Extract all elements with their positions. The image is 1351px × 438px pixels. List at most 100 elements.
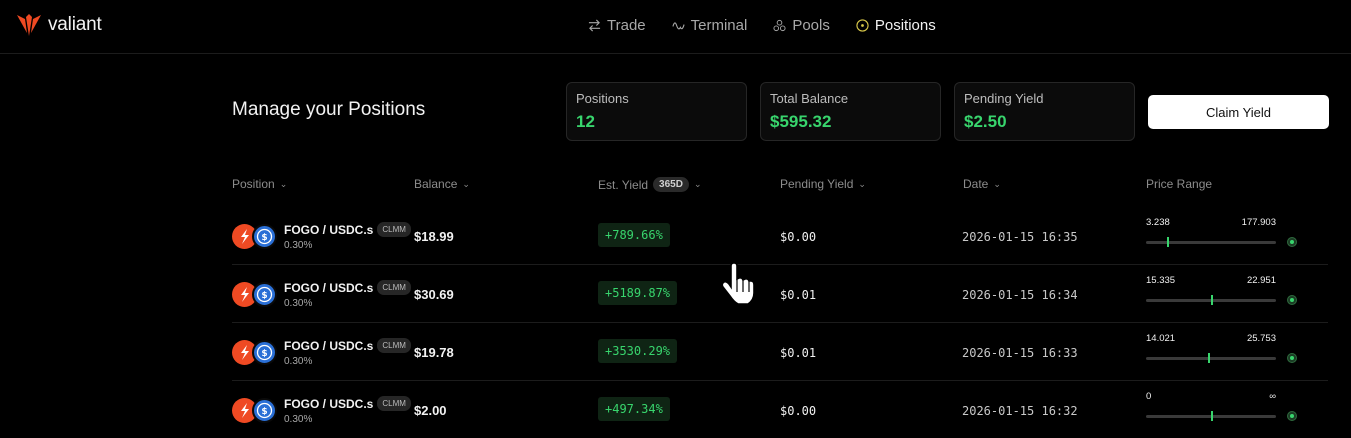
nav-item-trade[interactable]: Trade (588, 17, 646, 34)
brand-name: valiant (48, 14, 102, 35)
fee-tier: 0.30% (284, 298, 313, 309)
yield-period-badge[interactable]: 365D (653, 177, 689, 192)
current-price-marker (1211, 295, 1213, 305)
usdc-token-icon: $ (252, 398, 277, 423)
est-yield-value: +789.66% (598, 223, 670, 247)
header-label: Position (232, 177, 275, 191)
table-row[interactable]: $ FOGO / USDC.s CLMM 0.30% $30.69 +5189.… (232, 265, 1328, 323)
nav-item-pools[interactable]: Pools (773, 17, 830, 34)
stat-card-positions: Positions 12 (566, 82, 747, 141)
top-navigation-bar: valiant Trade Terminal Pools Positions (0, 0, 1351, 54)
fee-tier: 0.30% (284, 414, 313, 425)
pool-type-badge: CLMM (377, 338, 411, 353)
nav-label: Pools (792, 17, 830, 34)
position-pair: FOGO / USDC.s CLMM (284, 396, 411, 411)
balance-value: $19.78 (414, 345, 454, 360)
pool-type-badge: CLMM (377, 280, 411, 295)
chevron-down-icon: ⌄ (858, 178, 866, 189)
target-icon (856, 19, 869, 32)
range-track (1146, 411, 1276, 421)
fee-tier: 0.30% (284, 240, 313, 251)
chevron-down-icon: ⌄ (279, 178, 288, 189)
table-row[interactable]: $ FOGO / USDC.s CLMM 0.30% $2.00 +497.34… (232, 381, 1328, 438)
header-label: Date (963, 177, 989, 191)
stat-label: Pending Yield (964, 91, 1044, 106)
token-pair-icons: $ (232, 340, 280, 366)
nav-label: Positions (874, 17, 936, 34)
range-high: ∞ (1269, 391, 1276, 402)
column-header-balance[interactable]: Balance ⌄ (414, 177, 470, 191)
range-high: 22.951 (1246, 275, 1276, 286)
nav-item-positions[interactable]: Positions (856, 17, 936, 34)
brand-logo[interactable]: valiant (16, 13, 102, 37)
stat-card-pending-yield: Pending Yield $2.50 (954, 82, 1135, 141)
range-low: 14.021 (1146, 333, 1176, 344)
current-price-marker (1167, 237, 1169, 247)
range-track (1146, 295, 1276, 305)
usdc-token-icon: $ (252, 282, 277, 307)
pair-name: FOGO / USDC.s (284, 338, 374, 353)
pool-type-badge: CLMM (377, 222, 411, 237)
hand-pointer-cursor-icon (721, 262, 755, 305)
fee-tier: 0.30% (284, 356, 313, 367)
column-header-price-range: Price Range (1146, 177, 1212, 191)
chevron-down-icon: ⌄ (693, 179, 702, 189)
column-header-position[interactable]: Position ⌄ (232, 177, 287, 191)
est-yield-value: +5189.87% (598, 281, 678, 305)
in-range-status-icon (1287, 237, 1297, 247)
claim-yield-button[interactable]: Claim Yield (1148, 95, 1329, 129)
range-low: 0 (1146, 391, 1152, 402)
pulse-icon (672, 22, 685, 30)
pending-yield-value: $0.01 (780, 346, 817, 360)
stat-card-total-balance: Total Balance $595.32 (760, 82, 941, 141)
usdc-token-icon: $ (252, 224, 277, 249)
chevron-down-icon: ⌄ (462, 178, 470, 189)
price-range: 15.335 22.951 (1146, 275, 1297, 315)
est-yield-value: +497.34% (598, 397, 670, 421)
current-price-marker (1208, 353, 1210, 363)
position-pair: FOGO / USDC.s CLMM (284, 338, 411, 353)
price-range: 14.021 25.753 (1146, 333, 1297, 373)
table-row[interactable]: $ FOGO / USDC.s CLMM 0.30% $19.78 +3530.… (232, 323, 1328, 381)
nav-item-terminal[interactable]: Terminal (672, 17, 747, 34)
stat-value: $595.32 (770, 112, 832, 131)
range-low: 15.335 (1146, 275, 1176, 286)
range-high: 25.753 (1246, 333, 1276, 344)
pending-yield-value: $0.01 (780, 288, 817, 302)
svg-text:$: $ (261, 349, 267, 359)
header-label: Pending Yield (780, 177, 854, 191)
pending-yield-value: $0.00 (780, 404, 817, 418)
pools-icon (773, 19, 786, 32)
column-header-date[interactable]: Date ⌄ (963, 177, 1001, 191)
token-pair-icons: $ (232, 398, 280, 424)
stat-label: Total Balance (770, 91, 849, 106)
balance-value: $18.99 (414, 229, 454, 244)
page-title: Manage your Positions (232, 99, 426, 120)
range-high: 177.903 (1241, 217, 1276, 228)
in-range-status-icon (1287, 411, 1297, 421)
pair-name: FOGO / USDC.s (284, 280, 374, 295)
stat-value: 12 (576, 112, 595, 131)
balance-value: $30.69 (414, 287, 454, 302)
column-header-est-yield[interactable]: Est. Yield 365D ⌄ (598, 177, 701, 192)
token-pair-icons: $ (232, 282, 280, 308)
pair-name: FOGO / USDC.s (284, 396, 374, 411)
chevron-down-icon: ⌄ (993, 178, 1001, 189)
pool-type-badge: CLMM (377, 396, 411, 411)
position-pair: FOGO / USDC.s CLMM (284, 280, 411, 295)
range-low: 3.238 (1146, 217, 1170, 228)
table-row[interactable]: $ FOGO / USDC.s CLMM 0.30% $18.99 +789.6… (232, 207, 1328, 265)
date-value: 2026-01-15 16:34 (962, 288, 1078, 302)
pair-name: FOGO / USDC.s (284, 222, 374, 237)
est-yield-value: +3530.29% (598, 339, 678, 363)
nav-label: Trade (607, 17, 646, 34)
header-label: Balance (414, 177, 458, 191)
valiant-logo-icon (17, 14, 41, 36)
stat-label: Positions (576, 91, 629, 106)
date-value: 2026-01-15 16:32 (962, 404, 1078, 418)
range-track (1146, 353, 1276, 363)
in-range-status-icon (1287, 353, 1297, 363)
price-range: 3.238 177.903 (1146, 217, 1297, 257)
column-header-pending-yield[interactable]: Pending Yield ⌄ (780, 177, 866, 191)
header-label: Price Range (1146, 177, 1213, 191)
